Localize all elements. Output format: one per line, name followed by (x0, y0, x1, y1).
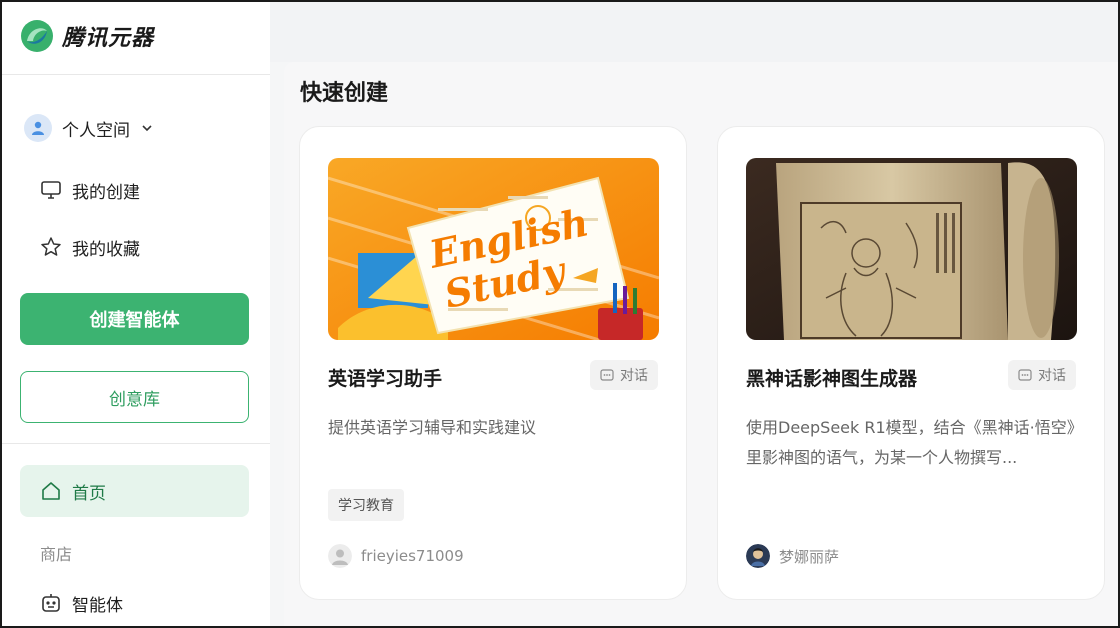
card-title: 英语学习助手 (328, 368, 443, 390)
author-name: 梦娜丽萨 (779, 547, 840, 566)
agent-card-english[interactable]: English Study 英语学习助手 对话 提供英语学习辅导和实践建议 学习… (299, 126, 687, 600)
category-tag[interactable]: 学习教育 (328, 489, 404, 521)
sidebar-item-label: 我的创建 (72, 182, 140, 203)
sidebar-item-agents[interactable]: 智能体 (40, 589, 123, 617)
author-avatar-icon (328, 544, 352, 568)
chat-label: 对话 (1038, 368, 1066, 384)
chat-bubble-icon (600, 368, 614, 381)
section-title: 快速创建 (300, 81, 389, 106)
card-title: 黑神话影神图生成器 (746, 368, 918, 390)
create-agent-button[interactable]: 创建智能体 (20, 293, 249, 345)
card-description: 使用DeepSeek R1模型，结合《黑神话·悟空》里影神图的语气，为某一个人物… (746, 418, 1075, 467)
card-description: 提供英语学习辅导和实践建议 (328, 418, 537, 437)
yuanqi-logo-icon (21, 20, 53, 52)
chat-button[interactable]: 对话 (1008, 360, 1076, 390)
star-icon (41, 237, 61, 256)
brand-logo[interactable]: 腾讯元器 (20, 18, 154, 54)
space-label: 个人空间 (62, 120, 130, 141)
chevron-down-icon (142, 125, 152, 132)
brand-name: 腾讯元器 (62, 26, 155, 51)
sidebar-item-my-favorites[interactable]: 我的收藏 (40, 233, 140, 261)
monitor-icon (41, 181, 61, 199)
store-section-label: 商店 (40, 545, 73, 564)
top-bar (270, 0, 1120, 62)
chat-button[interactable]: 对话 (590, 360, 658, 390)
sidebar-item-label: 首页 (72, 483, 106, 504)
chat-label: 对话 (620, 368, 648, 384)
user-avatar-icon (24, 114, 52, 142)
chat-bubble-icon (1018, 368, 1032, 381)
idea-library-button[interactable]: 创意库 (20, 371, 249, 423)
author-avatar-icon (746, 544, 770, 568)
author-name: frieyies71009 (361, 547, 464, 565)
sidebar: 腾讯元器 个人空间 我的创建 我的收藏 创建智能体 创意库 首页 商店 智能体 (0, 0, 270, 628)
sidebar-item-label: 我的收藏 (72, 239, 140, 260)
sidebar-item-label: 智能体 (72, 595, 123, 616)
robot-icon (42, 594, 60, 612)
card-author[interactable]: 梦娜丽萨 (746, 543, 839, 569)
card-cover-image (746, 158, 1077, 340)
sidebar-item-home[interactable]: 首页 (20, 465, 249, 517)
sidebar-item-my-creations[interactable]: 我的创建 (40, 176, 140, 204)
divider (0, 74, 270, 75)
divider (0, 443, 270, 444)
agent-card-black-myth[interactable]: 黑神话影神图生成器 对话 使用DeepSeek R1模型，结合《黑神话·悟空》里… (717, 126, 1105, 600)
card-cover-image: English Study (328, 158, 659, 340)
home-icon (42, 482, 60, 500)
space-switcher[interactable]: 个人空间 (24, 112, 154, 144)
card-author[interactable]: frieyies71009 (328, 543, 464, 569)
